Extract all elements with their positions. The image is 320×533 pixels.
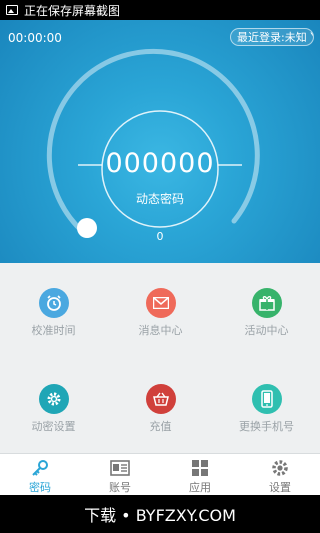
feature-grid: 校准时间 消息中心 活动中心 动密设置 充值 更换手机号: [0, 263, 320, 453]
calibrate-time-button[interactable]: 校准时间: [0, 288, 107, 338]
alarm-clock-icon: [38, 288, 69, 318]
grid-icon: [160, 459, 240, 477]
message-center-button[interactable]: 消息中心: [107, 288, 214, 338]
mail-icon: [145, 288, 176, 318]
tab-password[interactable]: 密码: [0, 454, 80, 495]
activity-center-label: 活动中心: [244, 324, 289, 337]
progress-dial: [46, 48, 260, 238]
progress-value: 0: [156, 230, 164, 243]
token-panel: 00:00:00 最近登录:未知 ❯ 000000 动态密码 0: [0, 20, 320, 263]
recharge-button[interactable]: 充值: [107, 384, 214, 434]
activity-center-button[interactable]: 活动中心: [213, 288, 320, 338]
tab-settings-label: 设置: [269, 481, 291, 494]
countdown-timer: 00:00:00: [8, 31, 62, 45]
recharge-label: 充值: [149, 420, 172, 433]
tab-account[interactable]: 账号: [80, 454, 160, 495]
change-phone-button[interactable]: 更换手机号: [213, 384, 320, 434]
last-login-text: 最近登录:未知: [237, 31, 307, 44]
gear-icon: [38, 384, 69, 414]
last-login-button[interactable]: 最近登录:未知 ❯: [230, 28, 314, 46]
screenshot-icon: [6, 5, 18, 15]
tab-password-label: 密码: [29, 481, 51, 494]
dynamic-password-label: 动态密码: [135, 192, 184, 206]
dynamic-password-code: 000000: [105, 148, 215, 179]
tab-account-label: 账号: [109, 481, 131, 494]
calibrate-time-label: 校准时间: [31, 324, 76, 337]
message-center-label: 消息中心: [138, 324, 183, 337]
gear-icon: [240, 459, 320, 477]
gift-icon: [251, 288, 282, 318]
password-settings-label: 动密设置: [31, 420, 76, 433]
watermark-text: 下载 • BYFZXY.COM: [84, 506, 236, 525]
password-settings-button[interactable]: 动密设置: [0, 384, 107, 434]
status-bar: 正在保存屏幕截图: [0, 0, 320, 20]
tab-apps-label: 应用: [189, 481, 211, 494]
change-phone-label: 更换手机号: [239, 420, 294, 433]
watermark-banner: 下载 • BYFZXY.COM: [0, 495, 320, 533]
tab-settings[interactable]: 设置: [240, 454, 320, 495]
phone-icon: [251, 384, 282, 414]
status-text: 正在保存屏幕截图: [24, 3, 121, 18]
id-card-icon: [80, 459, 160, 477]
tab-apps[interactable]: 应用: [160, 454, 240, 495]
key-icon: [0, 459, 80, 477]
basket-icon: [145, 384, 176, 414]
bottom-tab-bar: 密码 账号 应用 设置: [0, 453, 320, 495]
